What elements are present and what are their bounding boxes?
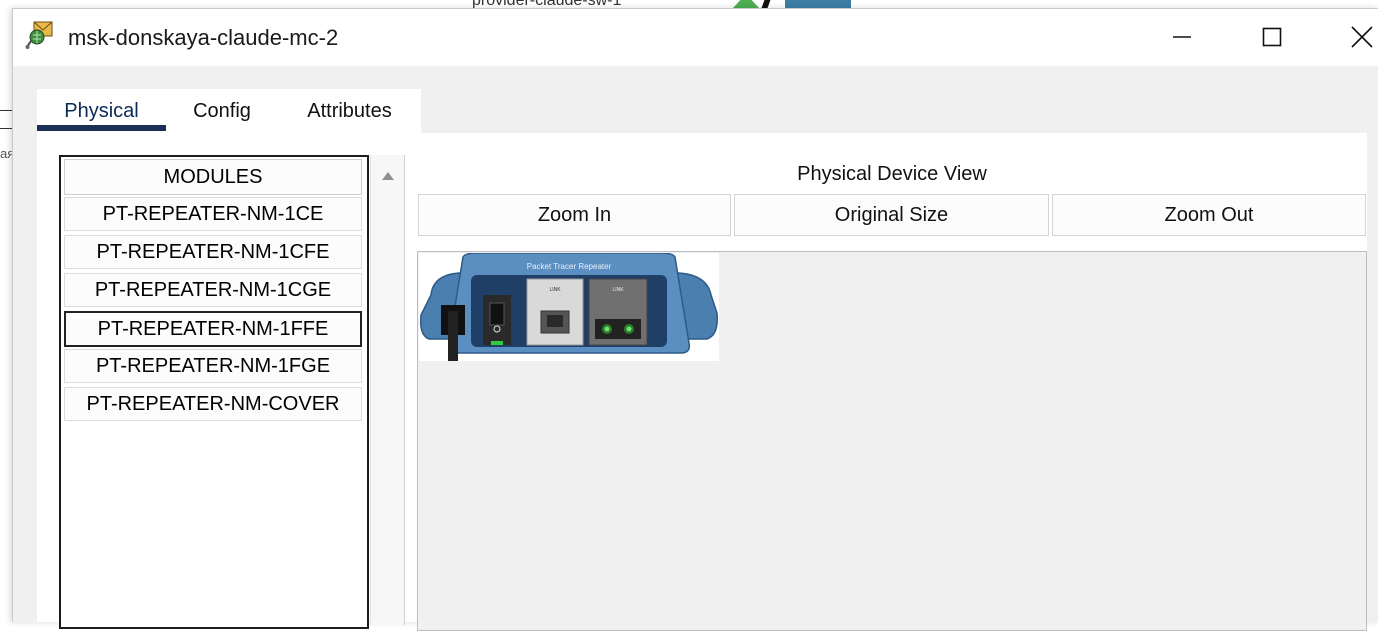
port-link-label: LINK: [549, 287, 561, 293]
minimize-icon: [1173, 36, 1191, 38]
zoom-out-button[interactable]: Zoom Out: [1052, 194, 1366, 236]
module-item[interactable]: PT-REPEATER-NM-1FGE: [64, 349, 362, 383]
packet-tracer-device-icon: [25, 21, 53, 49]
tab-attributes[interactable]: Attributes: [278, 89, 421, 133]
module-item-selected[interactable]: PT-REPEATER-NM-1FFE: [64, 311, 362, 347]
port-link-label: LINK: [612, 287, 624, 293]
zoom-in-button[interactable]: Zoom In: [418, 194, 731, 236]
repeater-device-image: Packet Tracer Repeater LINK LINK: [419, 253, 719, 361]
background-switch-icon: [785, 0, 851, 8]
physical-device-view-title: Physical Device View: [797, 163, 987, 185]
module-item[interactable]: PT-REPEATER-NM-1CFE: [64, 235, 362, 269]
background-device-icon: [733, 0, 759, 8]
tab-config[interactable]: Config: [166, 89, 278, 133]
modules-scrollbar[interactable]: [370, 155, 405, 625]
title-bar[interactable]: msk-donskaya-claude-mc-2: [13, 9, 1378, 66]
power-led-icon: [491, 341, 503, 345]
module-item[interactable]: PT-REPEATER-NM-COVER: [64, 387, 362, 421]
module-item[interactable]: PT-REPEATER-NM-1CGE: [64, 273, 362, 307]
dialog-client-area: Physical Config Attributes MODULES PT-RE…: [13, 66, 1378, 631]
minimize-button[interactable]: [1159, 9, 1205, 65]
device-caption: Packet Tracer Repeater: [527, 262, 612, 271]
close-button[interactable]: [1339, 9, 1378, 65]
maximize-icon: [1262, 27, 1282, 47]
modules-header: MODULES: [64, 159, 362, 195]
background-divider: [0, 128, 12, 129]
scroll-up-arrow-icon[interactable]: [382, 172, 394, 180]
maximize-button[interactable]: [1249, 9, 1295, 65]
tab-bar: Physical Config Attributes: [37, 89, 421, 133]
physical-tab-panel: MODULES PT-REPEATER-NM-1CE PT-REPEATER-N…: [37, 133, 1367, 631]
close-icon: [1351, 26, 1373, 48]
active-tab-indicator: [37, 125, 166, 131]
physical-device-view-area[interactable]: Packet Tracer Repeater LINK LINK: [417, 251, 1367, 631]
window-title: msk-donskaya-claude-mc-2: [68, 25, 339, 50]
device-dialog: msk-donskaya-claude-mc-2 Physical Config…: [12, 8, 1378, 631]
original-size-button[interactable]: Original Size: [734, 194, 1049, 236]
background-divider: [0, 110, 12, 111]
modules-list[interactable]: MODULES PT-REPEATER-NM-1CE PT-REPEATER-N…: [59, 155, 369, 629]
module-item[interactable]: PT-REPEATER-NM-1CE: [64, 197, 362, 231]
